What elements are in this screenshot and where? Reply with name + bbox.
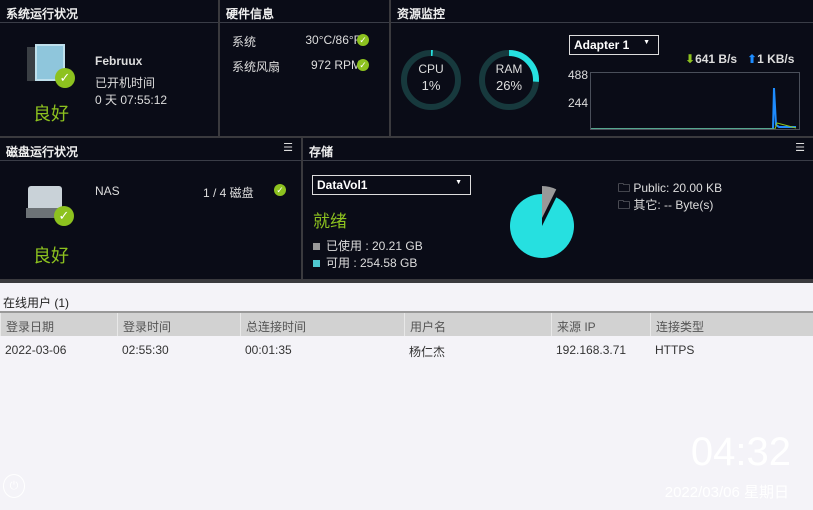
hw-label: 系统风扇 [232,60,281,74]
disk-status-panel: 磁盘运行状况 ☰ ✓ NAS 1 / 4 磁盘 ✓ 良好 [0,138,301,279]
y-tick: 244 [568,96,589,110]
cpu-value: 1% [421,78,441,93]
disk-status: 良好 [33,246,69,266]
check-icon: ✓ [274,184,286,196]
system-status: 良好 [33,104,69,124]
cpu-label: CPU [418,62,444,76]
chevron-down-icon: ▼ [455,179,462,186]
power-icon[interactable]: ⏻ [3,474,25,498]
cell-login-time: 02:55:30 [122,343,169,357]
network-chart [590,72,800,130]
disk-device-name: NAS [95,184,120,198]
y-tick: 488 [568,68,589,82]
folder-icon: 🗀 [618,198,634,212]
cell-ip: 192.168.3.71 [556,343,627,357]
panel-title: 系统运行状况 [0,0,218,23]
chevron-down-icon: ▼ [643,39,650,46]
folder-icon: 🗀 [618,181,634,195]
ram-label: RAM [495,62,523,76]
column-header[interactable]: 来源 IP [551,313,596,336]
system-status-panel: 系统运行状况 ✓ Februux 已开机时间 0 天 07:55:12 良好 [0,0,218,136]
panel-title: 硬件信息 [220,0,389,23]
check-icon: ✓ [357,34,369,46]
column-header[interactable]: 登录日期 [0,313,54,336]
online-users-table: 登录日期 登录时间 总连接时间 用户名 来源 IP 连接类型 2022-03-0… [0,311,813,361]
column-header[interactable]: 总连接时间 [240,313,306,336]
column-header[interactable]: 登录时间 [117,313,171,336]
table-header: 登录日期 登录时间 总连接时间 用户名 来源 IP 连接类型 [0,313,813,336]
nas-icon: ✓ [27,44,75,88]
column-header[interactable]: 用户名 [404,313,446,336]
resource-monitor-panel: 资源监控 CPU 1% RAM 26% Adapter 1 ▼ ⬇641 B/s … [391,0,813,136]
adapter-select[interactable]: Adapter 1 ▼ [569,35,659,55]
list-menu-icon[interactable]: ☰ [283,141,293,154]
online-users-title: 在线用户 (1) [3,296,70,310]
uptime-label: 已开机时间 [95,76,156,90]
cell-username: 杨仁杰 [409,345,446,359]
uptime-value: 0 天 07:55:12 [95,93,168,107]
used-legend-swatch [313,243,320,250]
storage-panel: 存储 ☰ DataVol1 ▼ 就绪 已使用 : 20.21 GB 可用 : 25… [303,138,813,279]
upload-arrow-icon: ⬆ [747,52,758,66]
cell-login-date: 2022-03-06 [5,343,67,357]
clock-date: 2022/03/06 星期日 [664,484,789,501]
column-header[interactable]: 连接类型 [650,313,813,336]
download-rate: 641 B/s [695,52,738,66]
folder-other: 其它: -- Byte(s) [633,198,714,212]
free-label: 可用 : 254.58 GB [326,256,418,270]
hw-value: 30°C/86°F [305,33,361,47]
volume-status: 就绪 [313,212,347,231]
device-name: Februux [95,54,143,68]
panel-title: 资源监控 [391,0,813,23]
volume-select[interactable]: DataVol1 ▼ [312,175,471,195]
used-label: 已使用 : 20.21 GB [326,239,423,253]
upload-rate: 1 KB/s [757,52,795,66]
free-legend-swatch [313,260,320,267]
hw-value: 972 RPM [310,58,361,72]
folder-public: Public: 20.00 KB [633,181,723,195]
adapter-value: Adapter 1 [574,38,630,52]
hardware-panel: 硬件信息 系统 30°C/86°F ✓ 系统风扇 972 RPM ✓ [220,0,389,136]
cell-duration: 00:01:35 [245,343,292,357]
upload-line [591,87,796,129]
hw-label: 系统 [232,35,257,49]
storage-pie-chart [510,186,574,258]
download-arrow-icon: ⬇ [685,52,696,66]
disk-icon: ✓ [26,186,74,226]
panel-title: 磁盘运行状况 [0,138,301,161]
clock-time: 04:32 [690,430,791,474]
cell-connection-type: HTTPS [655,343,695,357]
disk-count: 1 / 4 磁盘 [203,186,254,200]
ram-value: 26% [495,78,523,93]
list-menu-icon[interactable]: ☰ [795,141,805,154]
check-icon: ✓ [357,59,369,71]
volume-value: DataVol1 [317,178,368,192]
table-row[interactable]: 2022-03-06 02:55:30 00:01:35 杨仁杰 192.168… [0,338,813,361]
panel-title: 存储 [303,138,813,161]
